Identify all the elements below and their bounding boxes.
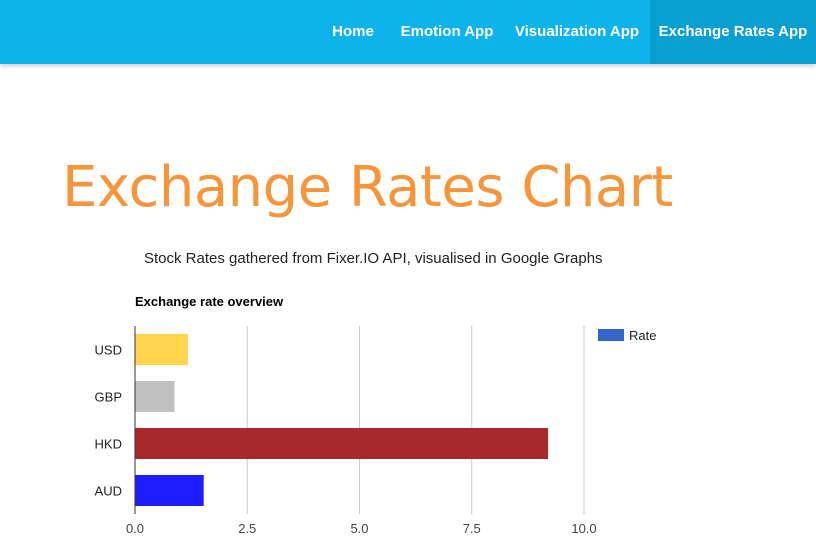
bar-aud[interactable] xyxy=(135,474,204,507)
chart-y-axis-labels: USD GBP HKD AUD xyxy=(95,343,122,499)
chart-legend[interactable]: Rate xyxy=(598,328,656,343)
legend-swatch xyxy=(598,329,624,341)
nav-exchange-rates-app[interactable]: Exchange Rates App xyxy=(650,0,816,64)
chart-x-axis-labels: 0.0 2.5 5.0 7.5 10.0 xyxy=(126,521,597,536)
chart-title: Exchange rate overview xyxy=(135,294,284,309)
chart-gridlines xyxy=(246,326,585,514)
x-tick-label: 7.5 xyxy=(463,521,481,536)
nav-home[interactable]: Home xyxy=(320,0,386,64)
nav-emotion-app[interactable]: Emotion App xyxy=(390,0,504,64)
bar-usd[interactable] xyxy=(135,333,188,366)
x-tick-label: 0.0 xyxy=(126,521,144,536)
chart-bars xyxy=(135,333,549,507)
x-tick-label: 10.0 xyxy=(571,521,596,536)
category-label-aud: AUD xyxy=(95,484,122,499)
category-label-gbp: GBP xyxy=(95,390,122,405)
exchange-rate-chart: Exchange rate overview USD GBP HKD AUD 0.0 2… xyxy=(95,294,657,536)
category-label-usd: USD xyxy=(95,343,122,358)
nav-visualization-app[interactable]: Visualization App xyxy=(506,0,648,64)
legend-label: Rate xyxy=(629,328,656,343)
page-title: Exchange Rates Chart xyxy=(62,155,673,220)
x-tick-label: 5.0 xyxy=(350,521,368,536)
bar-gbp[interactable] xyxy=(135,380,175,413)
category-label-hkd: HKD xyxy=(95,437,122,452)
x-tick-label: 2.5 xyxy=(238,521,256,536)
page-subtitle: Stock Rates gathered from Fixer.IO API, … xyxy=(144,250,603,267)
bar-hkd[interactable] xyxy=(135,427,549,460)
top-navbar: Home Emotion App Visualization App Excha… xyxy=(0,0,816,64)
